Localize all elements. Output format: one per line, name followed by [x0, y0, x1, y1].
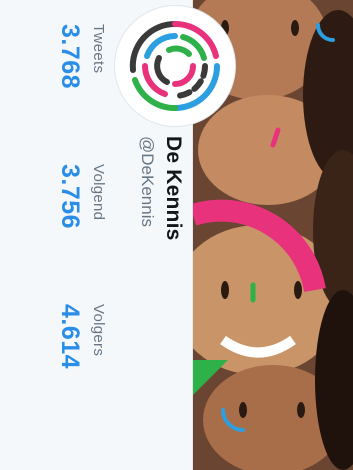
stat-tweets[interactable]: Tweets 3.768: [55, 24, 107, 164]
profile-avatar[interactable]: [119, 10, 231, 122]
stat-following[interactable]: Volgend 3.756: [55, 164, 107, 304]
profile-name[interactable]: De Kennis: [161, 136, 185, 241]
stat-label: Tweets: [90, 24, 107, 74]
stat-label: Volgers: [90, 304, 107, 357]
profile-stats: Tweets 3.768 Volgend 3.756 Volgers 4.614: [55, 24, 107, 444]
stat-value: 3.756: [56, 164, 84, 230]
stat-value: 4.614: [56, 304, 84, 370]
profile-card: De Kennis @DeKennis Tweets 3.768 Volgend…: [0, 0, 353, 470]
de-kennis-logo-icon: [119, 10, 231, 122]
stat-label: Volgend: [90, 164, 107, 221]
stat-value: 3.768: [56, 24, 84, 90]
profile-handle[interactable]: @DeKennis: [137, 136, 157, 227]
stat-followers[interactable]: Volgers 4.614: [55, 304, 107, 444]
